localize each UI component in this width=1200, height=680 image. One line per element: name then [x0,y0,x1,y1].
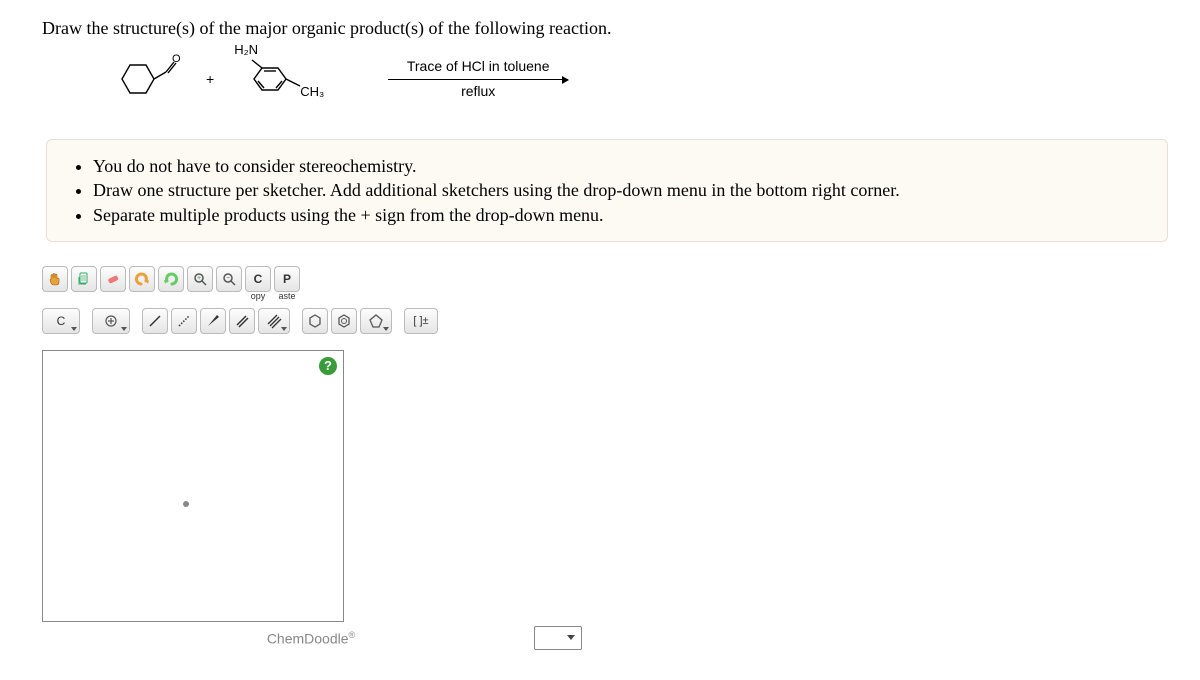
cyclohexane-button[interactable] [302,308,328,334]
question-prompt: Draw the structure(s) of the major organ… [42,18,1172,39]
svg-text:+: + [197,275,201,282]
condition-bottom: reflux [461,82,495,102]
ring-picker-button[interactable] [360,308,392,334]
lasso-tool-button[interactable] [71,266,97,292]
recessed-bond-button[interactable] [171,308,197,334]
reaction-scheme: O + H₂N CH₃ Trace of HCl in toluene [112,49,1172,109]
add-sketcher-dropdown[interactable] [534,626,582,650]
methyl-label: CH₃ [300,84,324,99]
reactant-1-structure: O [112,52,182,106]
structure-sketcher: + − C opy P aste C [42,264,582,650]
instruction-item: Separate multiple products using the + s… [93,203,1147,227]
triple-bond-button[interactable] [258,308,290,334]
redo-button[interactable] [158,266,184,292]
wedge-bond-button[interactable] [200,308,226,334]
undo-button[interactable] [129,266,155,292]
instruction-item: Draw one structure per sketcher. Add add… [93,178,1147,202]
start-atom-dot[interactable] [183,501,189,507]
element-picker-button[interactable]: C [42,308,80,334]
svg-text:O: O [172,53,181,65]
copy-button[interactable]: C opy [245,266,271,292]
instructions-box: You do not have to consider stereochemis… [46,139,1168,242]
toolbar-row-2: C [42,306,582,336]
benzene-button[interactable] [331,308,357,334]
chemdoodle-brand: ChemDoodle® [88,630,534,647]
toolbar-row-1: + − C opy P aste [42,264,582,294]
instruction-item: You do not have to consider stereochemis… [93,154,1147,178]
paste-button[interactable]: P aste [274,266,300,292]
condition-top: Trace of HCl in toluene [407,57,550,77]
reactant-2-structure: H₂N CH₃ [238,52,328,106]
charge-button[interactable]: [ ]± [404,308,438,334]
single-bond-button[interactable] [142,308,168,334]
zoom-in-button[interactable]: + [187,266,213,292]
reaction-arrow [388,79,568,80]
hand-tool-button[interactable] [42,266,68,292]
double-bond-button[interactable] [229,308,255,334]
reaction-conditions: Trace of HCl in toluene reflux [388,57,568,101]
help-button[interactable]: ? [319,357,337,375]
svg-text:−: − [226,275,230,282]
drawing-canvas[interactable]: ? [42,350,344,622]
amine-label: H₂N [234,42,258,57]
plus-sign: + [206,71,214,87]
eraser-tool-button[interactable] [100,266,126,292]
zoom-out-button[interactable]: − [216,266,242,292]
increment-tool-button[interactable] [92,308,130,334]
